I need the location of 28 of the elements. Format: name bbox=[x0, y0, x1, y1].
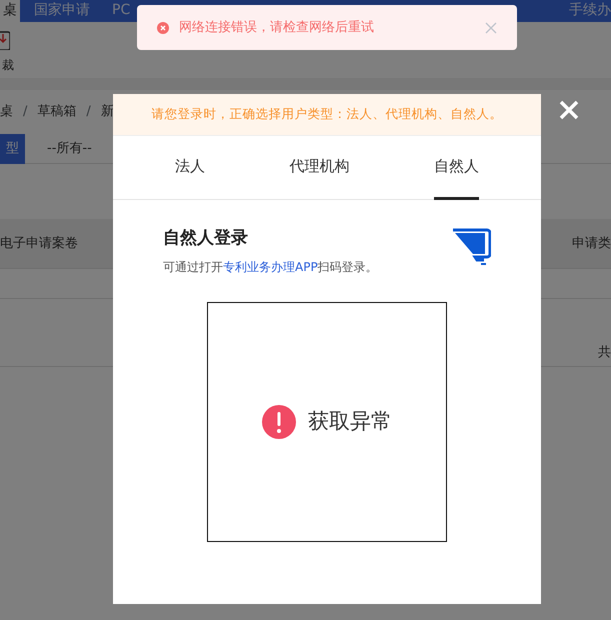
breadcrumb-item[interactable]: 桌 bbox=[0, 102, 13, 122]
nav-tab[interactable]: 手续办 bbox=[555, 0, 611, 22]
toolbar-label: 裁 bbox=[1, 57, 15, 74]
qr-status-text: 获取异常 bbox=[308, 408, 392, 435]
breadcrumb-item[interactable]: 新 bbox=[100, 102, 114, 122]
column-header: 电子申请案卷 bbox=[0, 234, 78, 253]
app-link[interactable]: 专利业务办理APP bbox=[223, 260, 318, 274]
monitor-icon[interactable] bbox=[451, 226, 491, 266]
filter-label: 型 bbox=[0, 134, 25, 164]
notice-text: 请您登录时，正确选择用户类型：法人、代理机构、自然人。 bbox=[113, 94, 541, 136]
close-button[interactable] bbox=[558, 99, 580, 121]
login-description: 可通过打开专利业务办理APP扫码登录。 bbox=[163, 258, 378, 276]
nav-tab[interactable]: PC bbox=[104, 0, 130, 22]
breadcrumb-item[interactable]: 草稿箱 bbox=[37, 102, 76, 122]
error-icon bbox=[157, 22, 169, 34]
nav-tab[interactable]: 国家申请 bbox=[20, 0, 104, 22]
filter-select[interactable]: --所有-- bbox=[25, 138, 92, 158]
user-type-tab[interactable]: 代理机构 bbox=[289, 136, 350, 200]
nav-tab[interactable]: 桌 bbox=[0, 0, 20, 22]
user-type-tab[interactable]: 自然人 bbox=[434, 136, 479, 200]
login-title: 自然人登录 bbox=[163, 227, 249, 250]
column-header: 申请类 bbox=[572, 234, 611, 253]
breadcrumb-separator: / bbox=[23, 103, 28, 122]
pager-text: 共 bbox=[598, 344, 611, 362]
toast-message: 网络连接错误，请检查网络后重试 bbox=[179, 18, 375, 37]
breadcrumb-separator: / bbox=[86, 103, 91, 122]
user-type-tab[interactable]: 法人 bbox=[175, 136, 206, 200]
error-icon bbox=[262, 404, 296, 438]
